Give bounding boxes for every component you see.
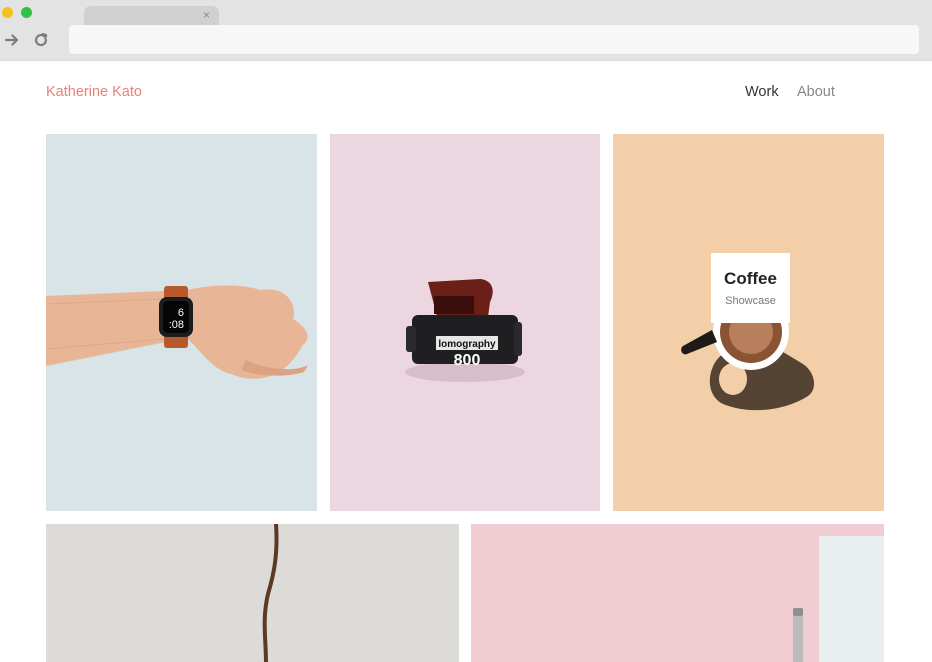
hover-card-title: Coffee [724, 269, 777, 288]
tab-close-icon[interactable]: × [203, 8, 210, 22]
reload-icon[interactable] [32, 31, 50, 49]
film-number-label: 800 [454, 352, 481, 369]
browser-chrome: × [0, 0, 932, 61]
site-brand-link[interactable]: Katherine Kato [46, 84, 142, 100]
maximize-dot[interactable] [21, 7, 32, 18]
browser-tab[interactable]: × [84, 6, 219, 26]
gallery-item-pen[interactable] [471, 524, 884, 662]
forward-arrow-icon[interactable] [3, 31, 21, 49]
film-brand-label: lomography [438, 339, 496, 350]
hover-card-subtitle: Showcase [725, 295, 776, 307]
nav-work-link[interactable]: Work [745, 84, 779, 100]
gallery-item-cable[interactable] [46, 524, 459, 662]
nav-about-link[interactable]: About [797, 84, 835, 100]
watch-wrist-image: 6 :08 [46, 134, 317, 511]
gallery-item-film[interactable]: lomography 800 [330, 134, 600, 511]
watch-display-minutes: :08 [169, 319, 184, 331]
pen-paper-image [471, 524, 884, 662]
film-canister-image: lomography 800 [330, 134, 600, 511]
hover-card[interactable]: Coffee Showcase [711, 253, 790, 323]
watch-display-hour: 6 [178, 307, 184, 319]
address-bar[interactable] [69, 25, 919, 54]
minimize-dot[interactable] [2, 7, 13, 18]
gallery-item-watch[interactable]: 6 :08 [46, 134, 317, 511]
hanging-cable-image [46, 524, 459, 662]
gallery-item-coffee[interactable]: Coffee Showcase [613, 134, 884, 511]
